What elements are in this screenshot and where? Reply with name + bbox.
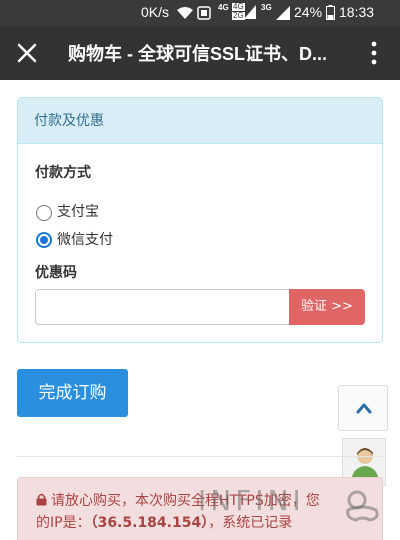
lock-icon <box>36 493 47 506</box>
ip-address: （36.5.184.154） <box>90 515 209 531</box>
radio-wechat-pay[interactable] <box>36 232 52 248</box>
radio-alipay-label[interactable]: 支付宝 <box>57 201 99 221</box>
coupon-input[interactable] <box>35 289 289 325</box>
section-divider <box>17 456 383 457</box>
signal-bars-icon <box>244 5 256 19</box>
signal-dual-4g-icon: 4G 2G <box>232 3 256 21</box>
status-bar: 0K/s 4G 4G 2G 3G 24% 18:33 <box>0 0 400 26</box>
radio-alipay[interactable] <box>36 205 52 221</box>
notice-text-ip-prefix: 的IP是： <box>36 515 91 531</box>
lte-2g-badge: 2G <box>232 11 245 20</box>
page-title: 购物车 - 全球可信SSL证书、D... <box>68 44 328 64</box>
verify-button[interactable]: 验证 >> <box>289 289 365 325</box>
app-bar: 购物车 - 全球可信SSL证书、D... <box>0 26 400 80</box>
complete-order-button[interactable]: 完成订购 <box>17 369 128 417</box>
radio-wechat-pay-label[interactable]: 微信支付 <box>57 229 113 249</box>
more-menu-icon[interactable] <box>362 38 386 68</box>
chevron-up-icon <box>356 403 372 414</box>
lte-4g-label: 4G <box>218 3 229 12</box>
nfc-icon <box>197 6 211 20</box>
back-to-top-button[interactable] <box>338 385 388 431</box>
coupon-label: 优惠码 <box>35 265 77 281</box>
clock: 18:33 <box>339 4 375 20</box>
signal-strength-icon <box>276 6 290 20</box>
battery-percent: 24% <box>294 4 323 20</box>
notice-text-suffix: ，系统已记录 <box>208 515 293 531</box>
close-icon[interactable] <box>12 38 42 68</box>
payment-panel-heading: 付款及优惠 <box>18 98 382 144</box>
watermark-logo-icon <box>346 490 379 522</box>
payment-method-label: 付款方式 <box>35 165 91 181</box>
watermark-text: INFINI <box>198 484 305 517</box>
net-speed: 0K/s <box>141 4 170 20</box>
battery-icon <box>326 5 335 20</box>
support-agent-icon <box>351 448 379 481</box>
net-3g-label: 3G <box>261 3 272 12</box>
lte-4g-badge: 4G <box>232 2 245 11</box>
wifi-icon <box>177 7 193 19</box>
